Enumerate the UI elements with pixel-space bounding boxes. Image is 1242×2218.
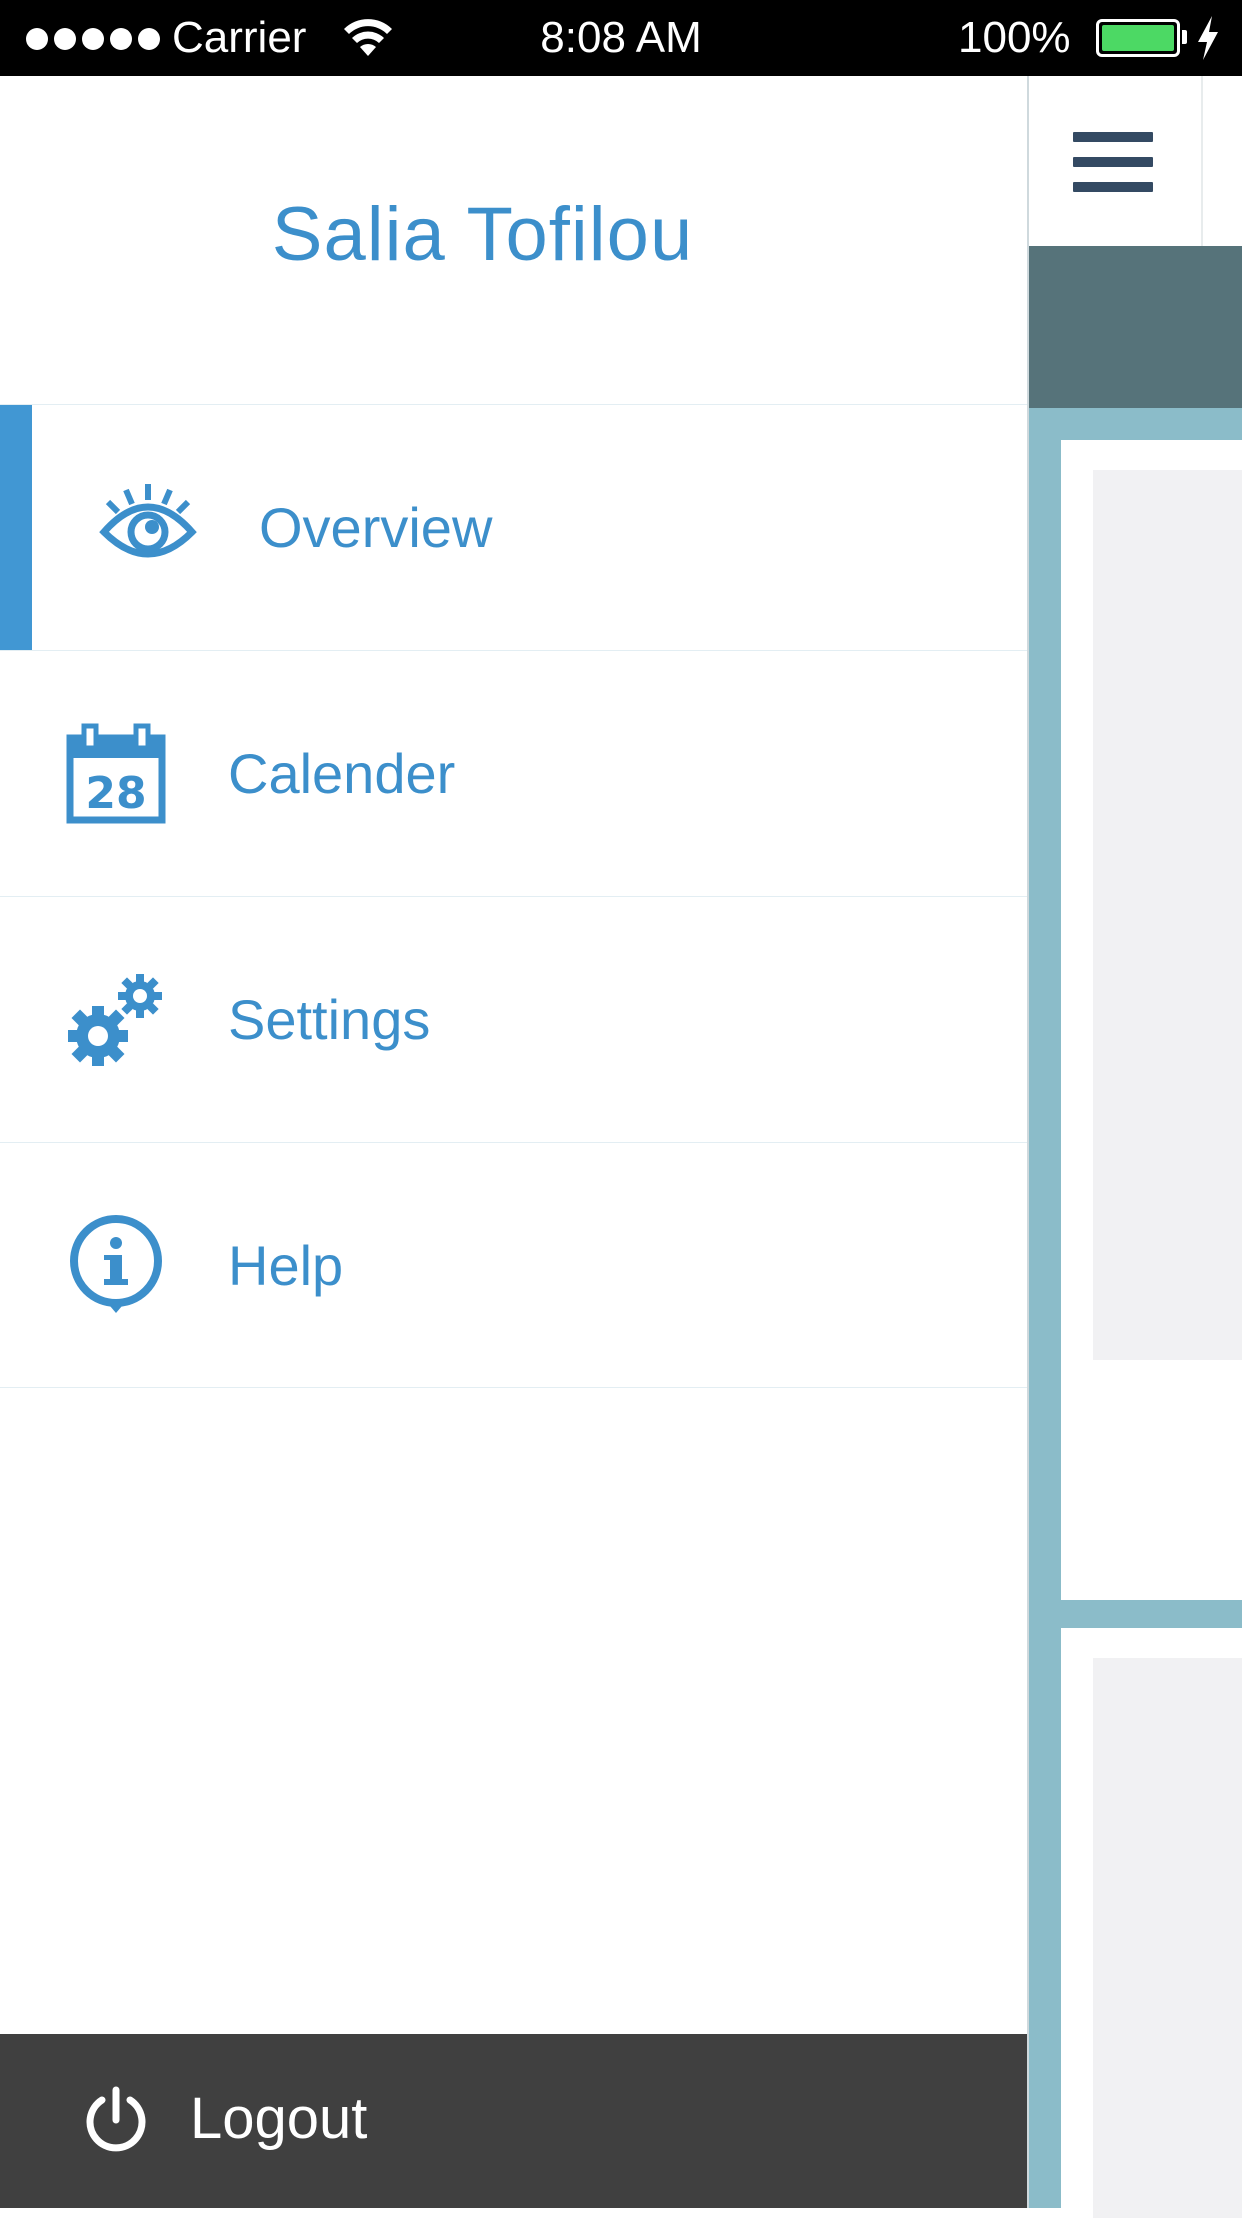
background-screen [1027, 76, 1242, 2218]
battery-nub [1182, 30, 1187, 44]
info-icon [64, 1213, 168, 1317]
card-placeholder [1093, 470, 1242, 1360]
eye-icon [96, 476, 200, 580]
battery-icon [1096, 19, 1180, 57]
logout-button[interactable]: Logout [0, 2034, 1027, 2208]
drawer-menu: Overview 28 Calender Settings Help [0, 404, 1027, 1388]
navigation-drawer: Salia Tofilou Overview 28 Calender Setti… [0, 76, 1027, 2208]
top-bar-divider [1201, 76, 1203, 246]
status-bar: Carrier 8:08 AM 100% [0, 0, 1242, 76]
content-card [1061, 1628, 1242, 2218]
charging-bolt-icon [1198, 16, 1218, 60]
background-top-bar [1029, 76, 1242, 246]
menu-item-label: Help [228, 1233, 344, 1297]
power-icon [86, 2086, 146, 2152]
card-placeholder [1093, 1658, 1242, 2218]
gears-icon [64, 968, 168, 1072]
menu-item-label: Calender [228, 742, 456, 805]
profile-name: Salia Tofilou [271, 192, 694, 277]
calendar-icon: 28 [64, 722, 168, 826]
menu-item-overview[interactable]: Overview [0, 404, 1027, 650]
calendar-day-number: 28 [85, 768, 146, 819]
active-indicator [0, 405, 32, 650]
content-card [1061, 440, 1242, 1600]
menu-item-calendar[interactable]: 28 Calender [0, 650, 1027, 896]
logout-label: Logout [190, 2086, 368, 2151]
battery-percentage: 100% [958, 13, 1071, 62]
menu-item-label: Overview [259, 496, 493, 559]
menu-item-label: Settings [228, 988, 431, 1051]
menu-item-help[interactable]: Help [0, 1142, 1027, 1388]
hamburger-icon[interactable] [1073, 132, 1153, 192]
menu-item-settings[interactable]: Settings [0, 896, 1027, 1142]
header-band [1029, 246, 1242, 408]
